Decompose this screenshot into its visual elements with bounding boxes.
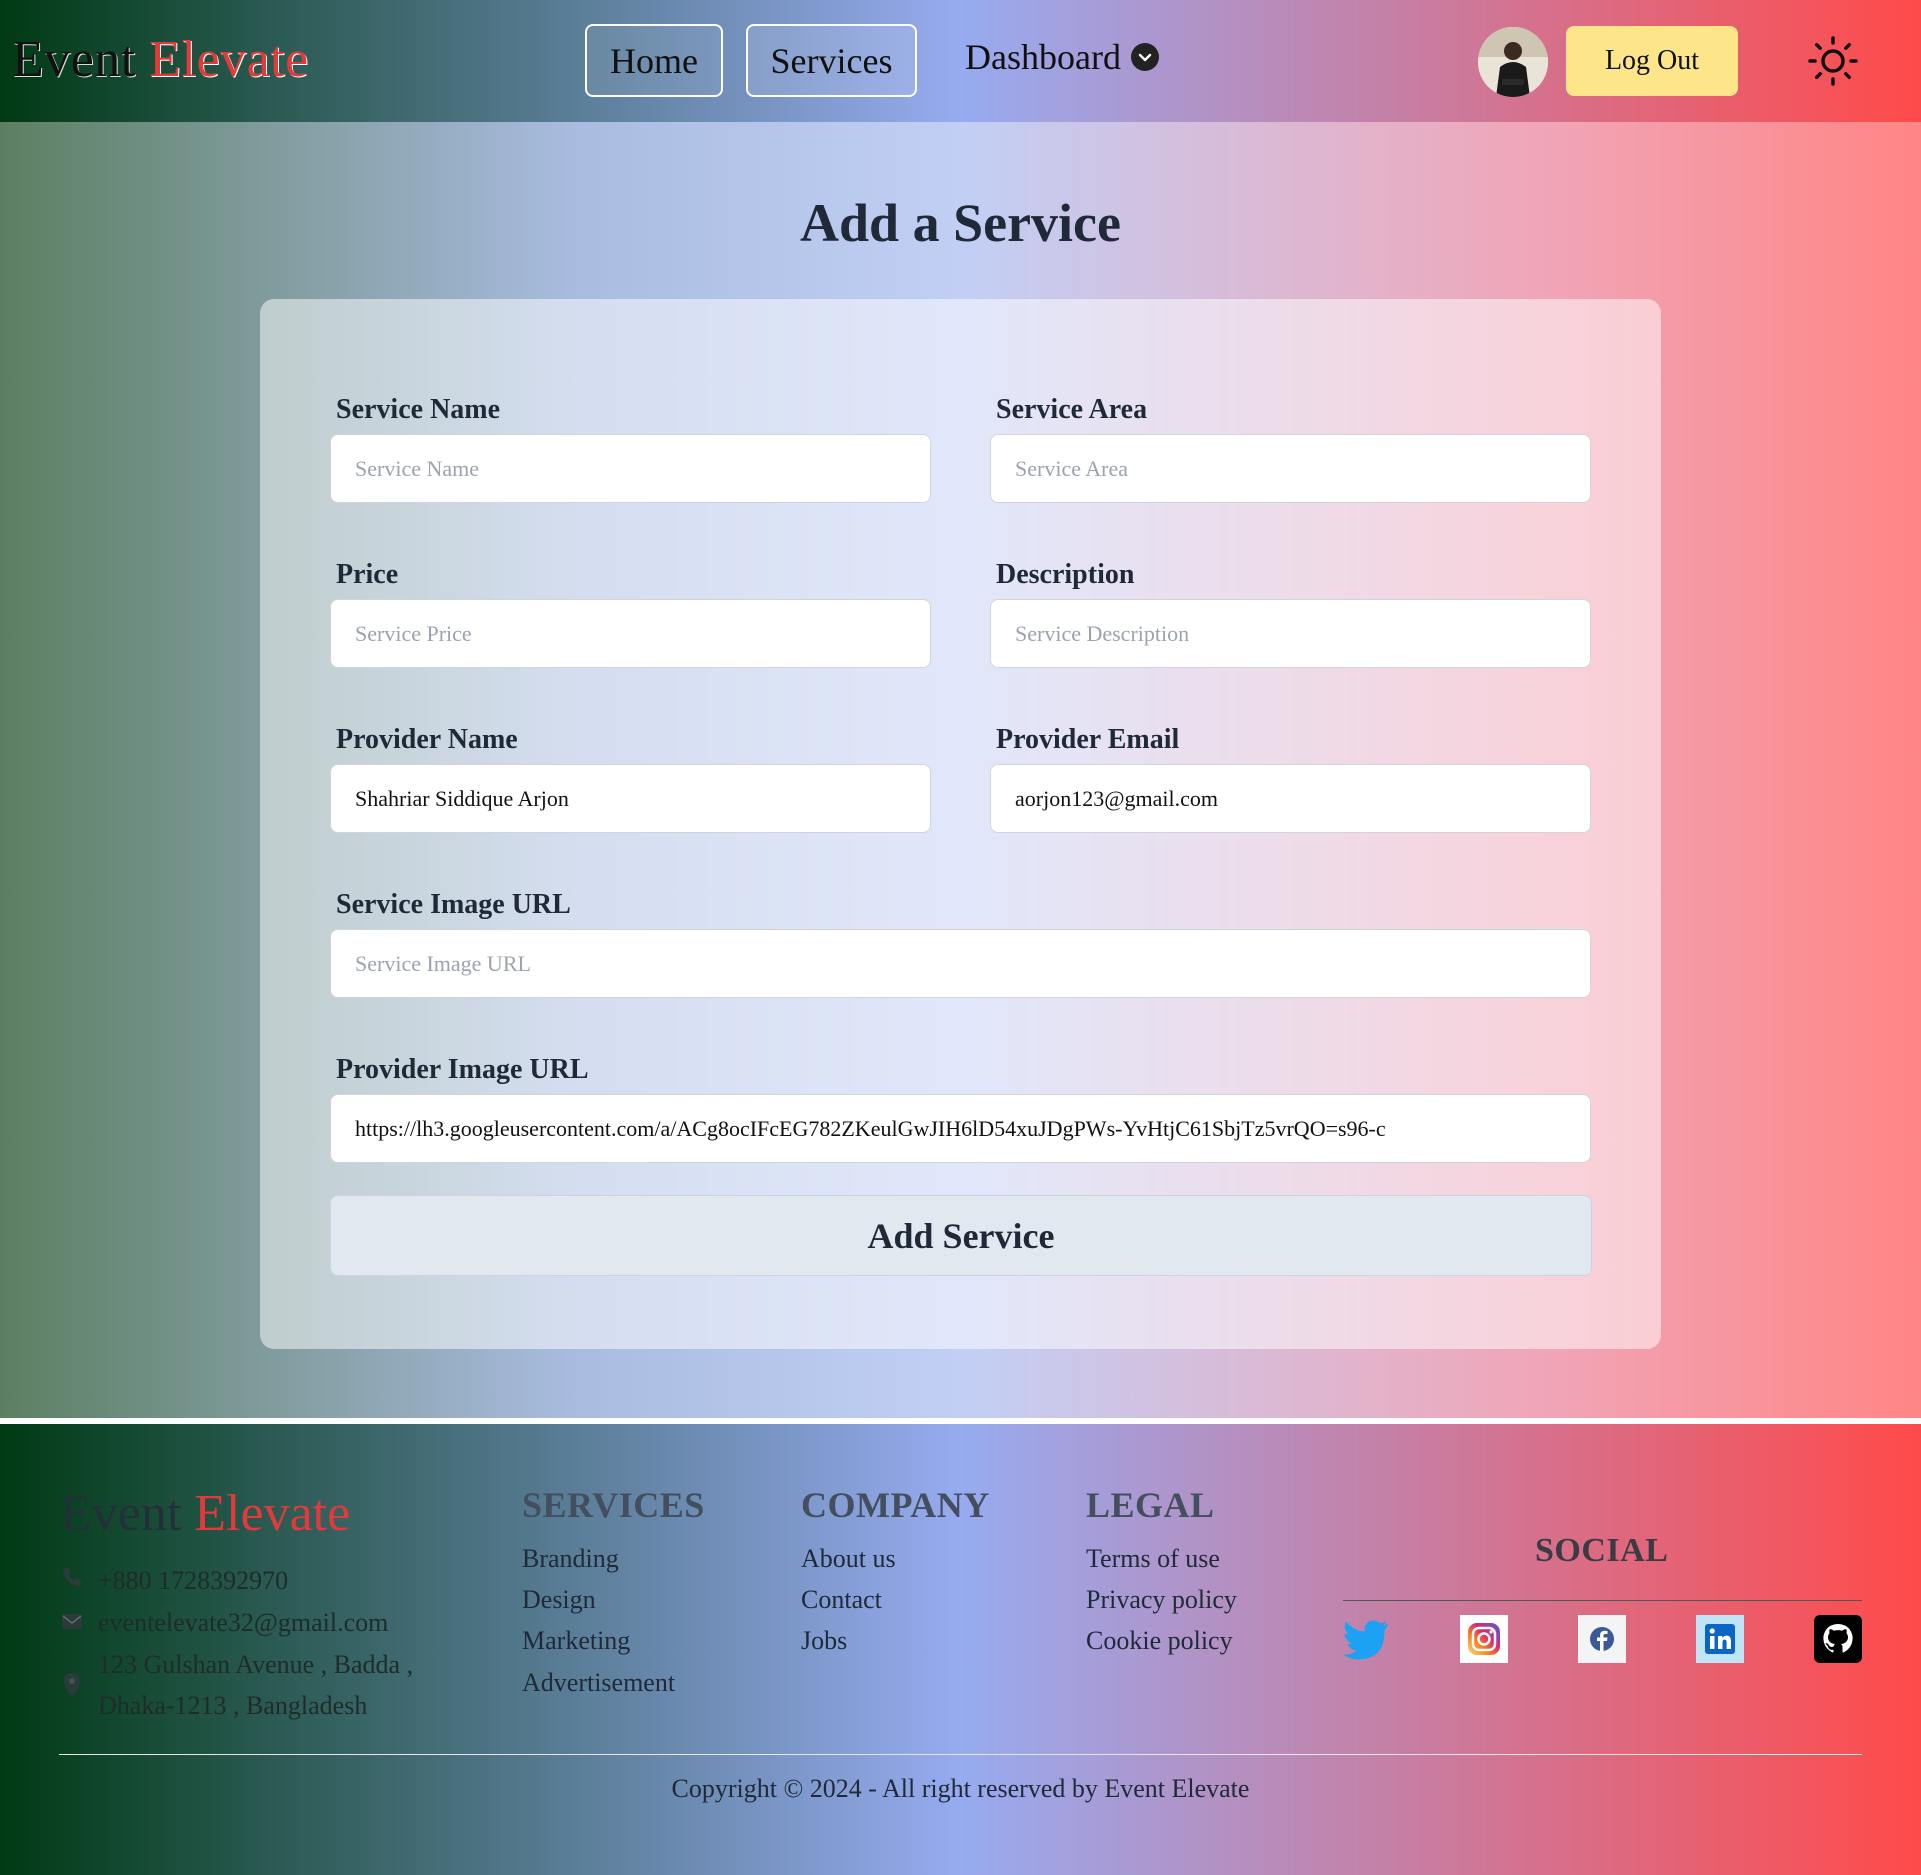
footer-services-title: SERVICES (522, 1485, 705, 1525)
footer-divider (59, 1754, 1862, 1755)
footer-link-privacy[interactable]: Privacy policy (1086, 1585, 1237, 1615)
social-divider (1343, 1600, 1862, 1601)
provider-email-label: Provider Email (996, 724, 1180, 755)
provider-image-url-label: Provider Image URL (336, 1054, 589, 1085)
footer-link-marketing[interactable]: Marketing (522, 1626, 630, 1656)
linkedin-icon[interactable] (1696, 1615, 1744, 1663)
page-title: Add a Service (800, 193, 1121, 253)
footer-address-line1: 123 Gulshan Avenue , Badda , (98, 1650, 414, 1679)
footer-company-title: COMPANY (801, 1485, 990, 1525)
service-name-label: Service Name (336, 394, 501, 425)
service-area-input[interactable]: Service Area (990, 434, 1591, 503)
logout-button[interactable]: Log Out (1566, 26, 1738, 96)
footer-email-text: eventelevate32@gmail.com (98, 1608, 389, 1637)
copyright-text: Copyright © 2024 - All right reserved by… (671, 1774, 1250, 1803)
footer-link-design[interactable]: Design (522, 1585, 596, 1615)
provider-name-label: Provider Name (336, 724, 518, 755)
provider-name-input[interactable]: Shahriar Siddique Arjon (330, 764, 931, 833)
footer-email: eventelevate32@gmail.com (60, 1608, 388, 1638)
description-input[interactable]: Service Description (990, 599, 1591, 668)
github-icon[interactable] (1814, 1615, 1862, 1663)
footer-social-title: SOCIAL (1535, 1532, 1669, 1569)
logo-word-event: Event (12, 31, 136, 88)
footer-link-jobs[interactable]: Jobs (801, 1626, 847, 1656)
footer: Event Elevate +880 1728392970 eventeleva… (0, 1424, 1921, 1875)
footer-phone: +880 1728392970 (60, 1566, 288, 1596)
sun-icon[interactable] (1806, 34, 1860, 88)
price-label: Price (336, 559, 399, 590)
logo-word-elevate: Elevate (149, 31, 309, 88)
mail-icon (60, 1608, 84, 1638)
dashboard-label: Dashboard (965, 37, 1121, 77)
nav-home-link[interactable]: Home (585, 24, 723, 97)
footer-logo-word-elevate: Elevate (194, 1485, 351, 1542)
provider-image-url-input[interactable]: https://lh3.googleusercontent.com/a/ACg8… (330, 1094, 1591, 1163)
footer-link-about[interactable]: About us (801, 1544, 896, 1574)
description-label: Description (996, 559, 1135, 590)
footer-phone-text: +880 1728392970 (98, 1566, 289, 1595)
service-area-label: Service Area (996, 394, 1148, 425)
add-service-form: Service Name Service Name Service Area S… (260, 299, 1661, 1349)
provider-email-input[interactable]: aorjon123@gmail.com (990, 764, 1591, 833)
service-image-url-input[interactable]: Service Image URL (330, 929, 1591, 998)
service-name-input[interactable]: Service Name (330, 434, 931, 503)
footer-link-contact[interactable]: Contact (801, 1585, 882, 1615)
navbar: Event Elevate Home Services Dashboard Lo… (0, 0, 1921, 122)
nav-dashboard-dropdown[interactable]: Dashboard (965, 36, 1159, 78)
nav-services-link[interactable]: Services (746, 24, 917, 97)
service-image-url-label: Service Image URL (336, 889, 571, 920)
phone-icon (60, 1566, 84, 1596)
footer-link-branding[interactable]: Branding (522, 1544, 619, 1574)
footer-address-line2: Dhaka-1213 , Bangladesh (98, 1691, 368, 1720)
footer-link-advertisement[interactable]: Advertisement (522, 1668, 675, 1698)
footer-logo-word-event: Event (60, 1485, 182, 1542)
user-avatar[interactable] (1478, 27, 1548, 97)
instagram-icon[interactable] (1460, 1615, 1508, 1663)
footer-link-cookie[interactable]: Cookie policy (1086, 1626, 1233, 1656)
facebook-icon[interactable] (1578, 1615, 1626, 1663)
footer-logo[interactable]: Event Elevate (60, 1484, 350, 1543)
main-content: Add a Service Service Name Service Name … (0, 122, 1921, 1420)
footer-link-terms[interactable]: Terms of use (1086, 1544, 1220, 1574)
price-input[interactable]: Service Price (330, 599, 931, 668)
site-logo[interactable]: Event Elevate (12, 30, 309, 89)
add-service-button[interactable]: Add Service (330, 1195, 1592, 1276)
footer-address: 123 Gulshan Avenue , Badda , Dhaka-1213 … (60, 1650, 413, 1726)
chevron-down-icon (1130, 43, 1159, 71)
location-pin-icon (60, 1650, 84, 1726)
footer-legal-title: LEGAL (1086, 1485, 1215, 1525)
twitter-icon[interactable] (1342, 1615, 1390, 1663)
